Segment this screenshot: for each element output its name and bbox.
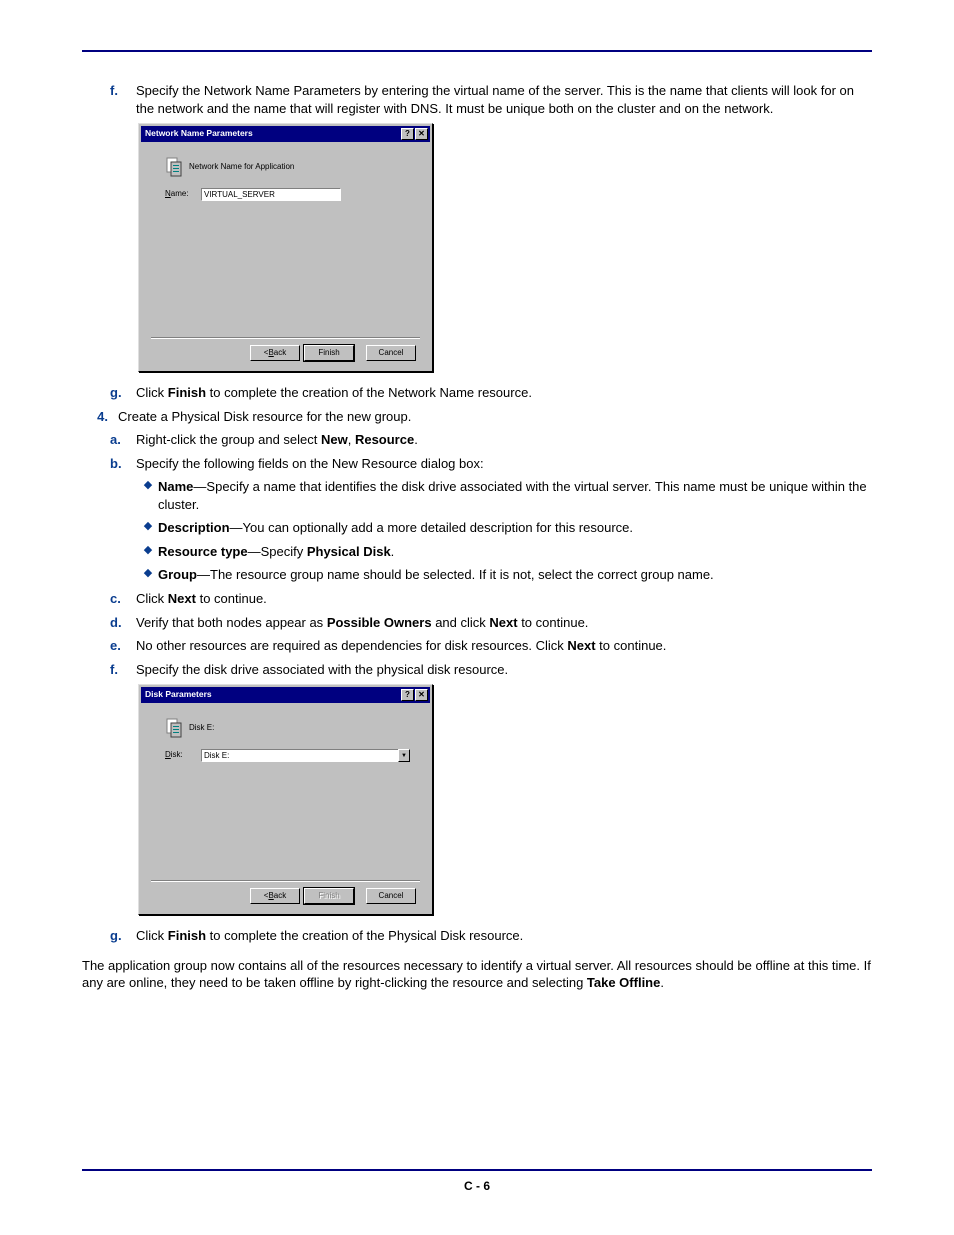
step-d-marker: d. xyxy=(110,614,136,632)
dialog2-subtitle: Disk E: xyxy=(189,723,214,734)
disk-parameters-dialog: Disk Parameters ? ✕ Disk E: Disk: xyxy=(138,684,433,915)
name-label: Name: xyxy=(165,189,195,200)
dialog2-titlebar: Disk Parameters ? ✕ xyxy=(141,687,430,703)
step-d-text: Verify that both nodes appear as Possibl… xyxy=(136,614,872,632)
cancel-button[interactable]: Cancel xyxy=(366,888,416,904)
step-g2-text: Click Finish to complete the creation of… xyxy=(136,927,872,945)
diamond-icon: ◆ xyxy=(138,478,158,513)
step-e-marker: e. xyxy=(110,637,136,655)
step-f-marker: f. xyxy=(110,82,136,117)
step-d: d. Verify that both nodes appear as Poss… xyxy=(82,614,872,632)
step-f2-marker: f. xyxy=(110,661,136,679)
disk-field-row: Disk: ▼ xyxy=(151,749,420,762)
finish-button[interactable]: Finish xyxy=(304,345,354,361)
diamond-icon: ◆ xyxy=(138,543,158,561)
step-b-marker: b. xyxy=(110,455,136,473)
network-name-dialog: Network Name Parameters ? ✕ Network Name… xyxy=(138,123,433,372)
top-rule xyxy=(82,50,872,52)
step-g2-marker: g. xyxy=(110,927,136,945)
bullet-type: ◆ Resource type—Specify Physical Disk. xyxy=(82,543,872,561)
step-a-text: Right-click the group and select New, Re… xyxy=(136,431,872,449)
disk-label: Disk: xyxy=(165,750,195,761)
dialog1-header-row: Network Name for Application xyxy=(151,150,420,188)
cancel-button[interactable]: Cancel xyxy=(366,345,416,361)
dialog2-buttons: < Back Finish Cancel xyxy=(151,888,420,906)
dialog1-title: Network Name Parameters xyxy=(145,128,400,139)
dialog1-buttons: < Back Finish Cancel xyxy=(151,345,420,363)
back-button[interactable]: < Back xyxy=(250,888,300,904)
bullet-group: ◆ Group—The resource group name should b… xyxy=(82,566,872,584)
step-a-marker: a. xyxy=(110,431,136,449)
step-c: c. Click Next to continue. xyxy=(82,590,872,608)
step-g2: g. Click Finish to complete the creation… xyxy=(82,927,872,945)
disk-input[interactable] xyxy=(201,749,398,762)
close-icon[interactable]: ✕ xyxy=(415,128,428,140)
step-4-text: Create a Physical Disk resource for the … xyxy=(118,408,872,426)
disk-dropdown[interactable]: ▼ xyxy=(201,749,410,762)
step-f-text: Specify the Network Name Parameters by e… xyxy=(136,82,872,117)
step-b: b. Specify the following fields on the N… xyxy=(82,455,872,473)
help-icon[interactable]: ? xyxy=(401,128,414,140)
resource-icon xyxy=(165,156,183,178)
diamond-icon: ◆ xyxy=(138,566,158,584)
dialog1-subtitle: Network Name for Application xyxy=(189,162,294,173)
diamond-icon: ◆ xyxy=(138,519,158,537)
step-f2: f. Specify the disk drive associated wit… xyxy=(82,661,872,679)
step-4: 4. Create a Physical Disk resource for t… xyxy=(82,408,872,426)
finish-button[interactable]: Finish xyxy=(304,888,354,904)
step-f2-text: Specify the disk drive associated with t… xyxy=(136,661,872,679)
dialog1-titlebar: Network Name Parameters ? ✕ xyxy=(141,126,430,142)
step-g1-text: Click Finish to complete the creation of… xyxy=(136,384,872,402)
step-4-marker: 4. xyxy=(82,408,118,426)
step-a: a. Right-click the group and select New,… xyxy=(82,431,872,449)
page-footer: C - 6 xyxy=(82,1169,872,1193)
name-input[interactable] xyxy=(201,188,341,201)
bullet-desc: ◆ Description—You can optionally add a m… xyxy=(82,519,872,537)
step-e-text: No other resources are required as depen… xyxy=(136,637,872,655)
resource-icon xyxy=(165,717,183,739)
back-button[interactable]: < Back xyxy=(250,345,300,361)
name-field-row: Name: xyxy=(151,188,420,201)
step-c-text: Click Next to continue. xyxy=(136,590,872,608)
chevron-down-icon[interactable]: ▼ xyxy=(398,749,410,762)
close-icon[interactable]: ✕ xyxy=(415,689,428,701)
bullet-name: ◆ Name—Specify a name that identifies th… xyxy=(82,478,872,513)
step-c-marker: c. xyxy=(110,590,136,608)
step-b-text: Specify the following fields on the New … xyxy=(136,455,872,473)
closing-paragraph: The application group now contains all o… xyxy=(82,957,872,992)
step-e: e. No other resources are required as de… xyxy=(82,637,872,655)
step-f: f. Specify the Network Name Parameters b… xyxy=(82,82,872,117)
content-body: f. Specify the Network Name Parameters b… xyxy=(82,82,872,992)
dialog2-title: Disk Parameters xyxy=(145,689,400,700)
help-icon[interactable]: ? xyxy=(401,689,414,701)
dialog2-header-row: Disk E: xyxy=(151,711,420,749)
step-g1: g. Click Finish to complete the creation… xyxy=(82,384,872,402)
step-g1-marker: g. xyxy=(110,384,136,402)
